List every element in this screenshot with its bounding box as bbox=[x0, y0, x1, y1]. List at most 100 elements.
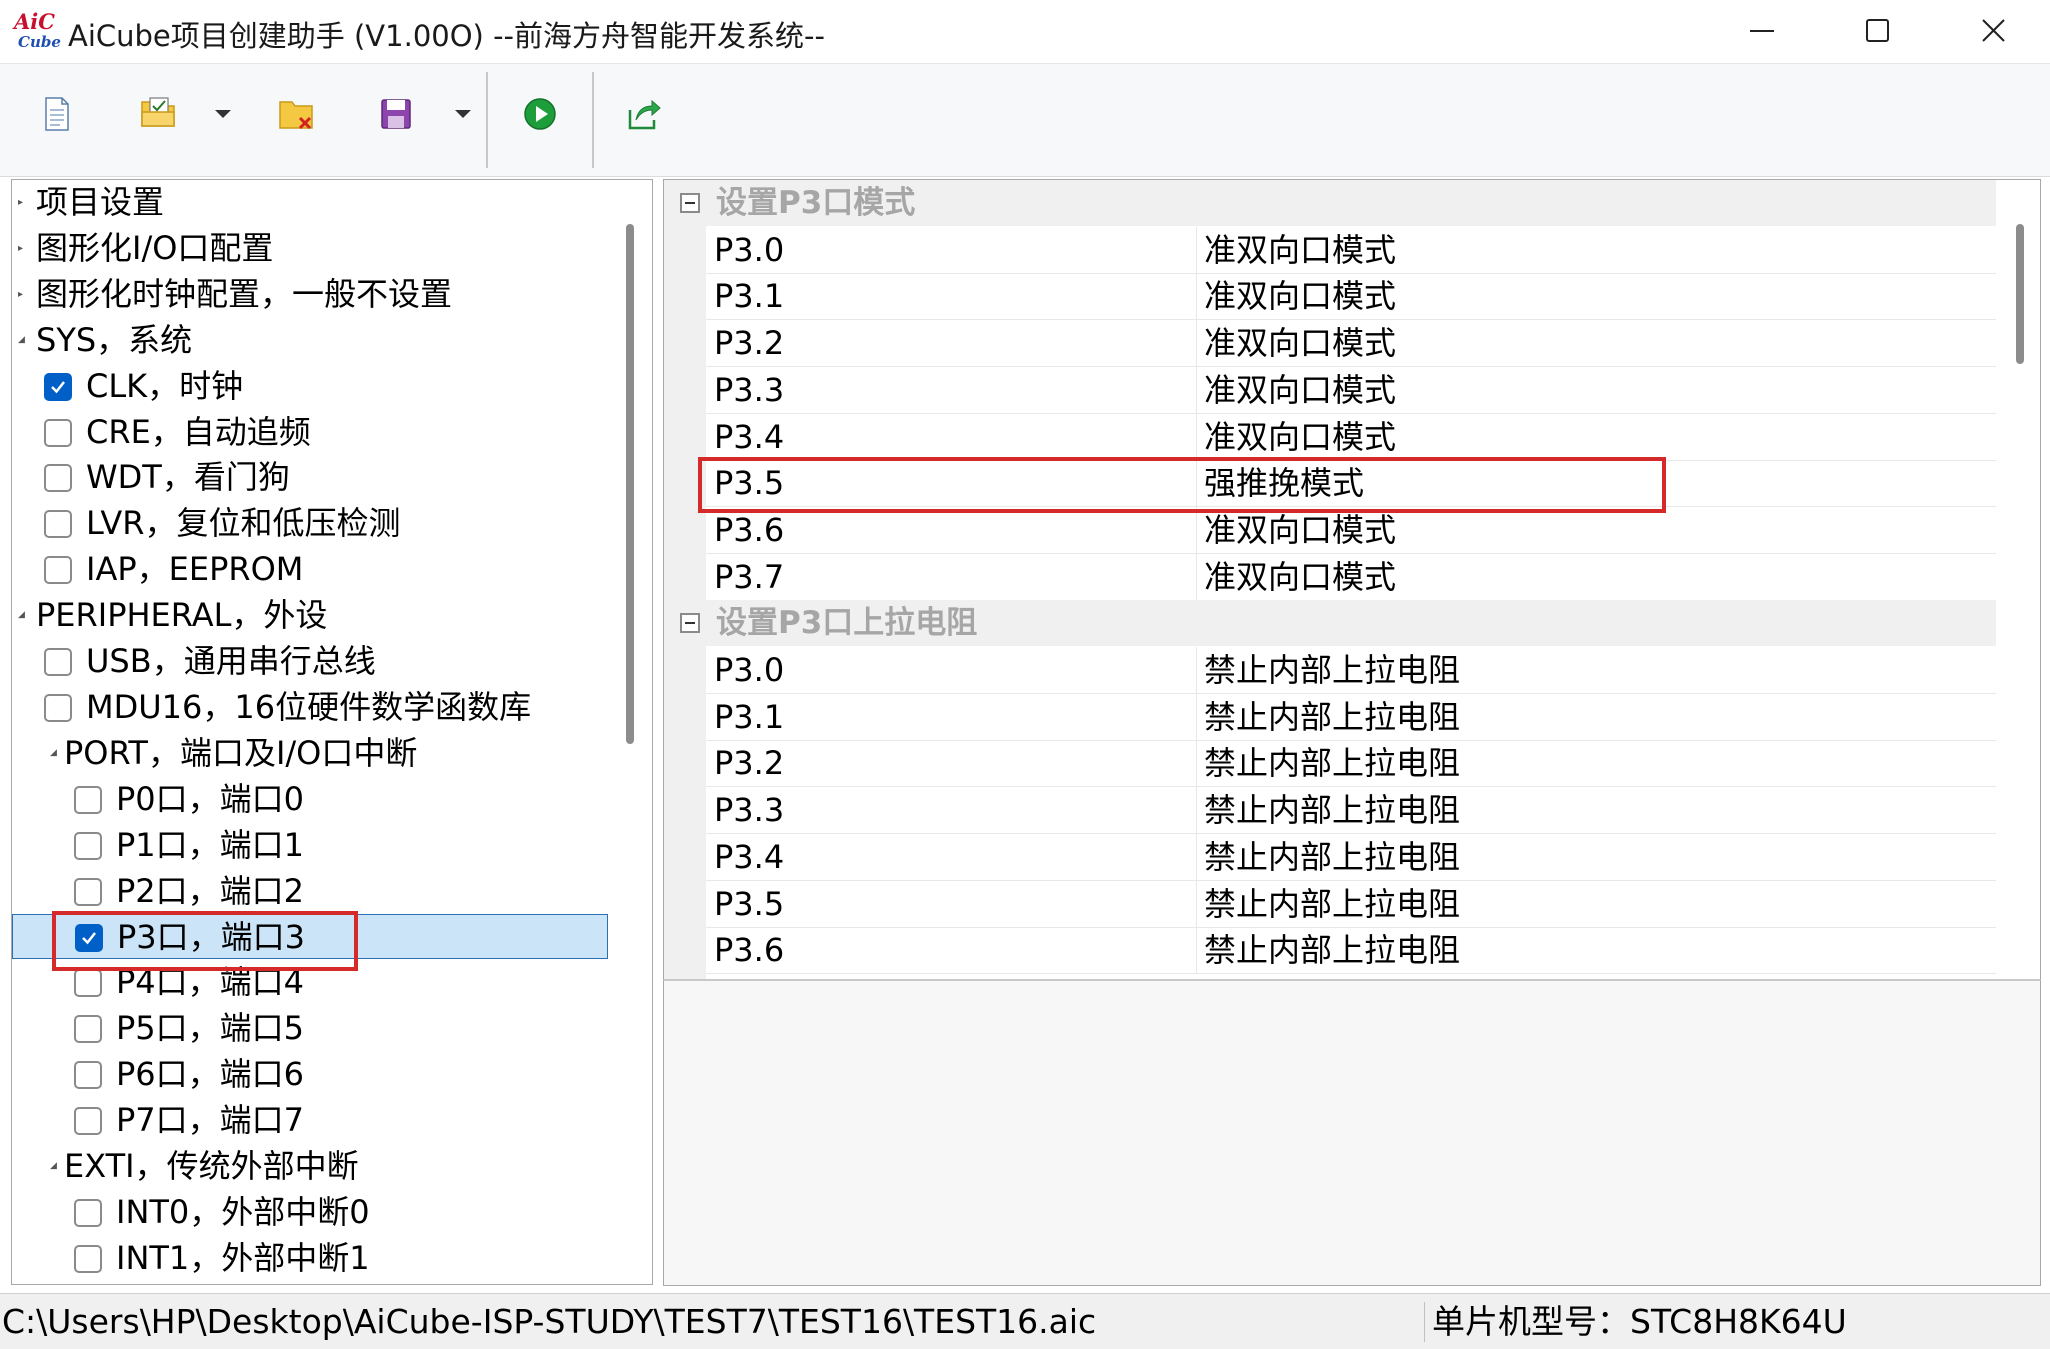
tree-scrollbar[interactable] bbox=[626, 224, 634, 744]
save-icon bbox=[381, 99, 411, 129]
property-value[interactable]: 准双向口模式 bbox=[1204, 273, 1396, 319]
column-divider bbox=[1196, 366, 1197, 413]
property-row[interactable]: P3.3 禁止内部上拉电阻 bbox=[706, 787, 1996, 835]
property-row[interactable]: P3.1 禁止内部上拉电阻 bbox=[706, 693, 1996, 741]
property-grid[interactable]: 设置P3口模式 P3.0 准双向口模式 P3.1 准双向口模式 P3.2 准双向口模式 P3.… bbox=[663, 179, 2041, 981]
tree-item[interactable]: P0口，端口0 bbox=[12, 777, 608, 822]
tree-item[interactable]: P1口，端口1 bbox=[12, 823, 608, 868]
tree-checkbox[interactable] bbox=[74, 969, 102, 998]
export-button[interactable] bbox=[618, 88, 670, 140]
tree-item[interactable]: P6口，端口6 bbox=[12, 1052, 608, 1097]
property-row[interactable]: P3.6 禁止内部上拉电阻 bbox=[706, 927, 1996, 975]
maximize-button[interactable] bbox=[1820, 0, 1936, 63]
property-row[interactable]: P3.1 准双向口模式 bbox=[706, 273, 1996, 321]
tree-checkbox[interactable] bbox=[44, 510, 72, 539]
expand-arrow-icon[interactable]: ◢ bbox=[18, 318, 32, 363]
tree-item[interactable]: MDU16，16位硬件数学函数库 bbox=[12, 685, 608, 730]
expand-arrow-icon[interactable]: ◢ bbox=[50, 1144, 64, 1189]
tree-item[interactable]: USB，通用串行总线 bbox=[12, 639, 608, 684]
tree-item[interactable]: INT1，外部中断1 bbox=[12, 1236, 608, 1281]
property-description-panel bbox=[663, 979, 2041, 1286]
property-value[interactable]: 禁止内部上拉电阻 bbox=[1204, 881, 1460, 927]
property-value[interactable]: 准双向口模式 bbox=[1204, 367, 1396, 413]
close-project-button[interactable] bbox=[270, 88, 322, 140]
tree-item-label: MDU16，16位硬件数学函数库 bbox=[86, 687, 532, 726]
tree-item[interactable]: CRE，自动追频 bbox=[12, 410, 608, 455]
property-value[interactable]: 准双向口模式 bbox=[1204, 414, 1396, 460]
property-row[interactable]: P3.6 准双向口模式 bbox=[706, 506, 1996, 554]
collapse-arrow-icon[interactable]: ▸ bbox=[18, 180, 32, 225]
column-divider bbox=[1196, 320, 1197, 367]
property-value[interactable]: 准双向口模式 bbox=[1204, 227, 1396, 273]
tree-checkbox[interactable] bbox=[44, 648, 72, 676]
open-project-button[interactable] bbox=[132, 88, 184, 140]
expand-arrow-icon[interactable]: ◢ bbox=[18, 593, 32, 638]
expand-arrow-icon[interactable]: ◢ bbox=[50, 731, 64, 776]
new-project-button[interactable] bbox=[30, 88, 82, 140]
tree-checkbox[interactable] bbox=[74, 1061, 102, 1090]
tree-item[interactable]: ▸ 项目设置 bbox=[12, 180, 608, 225]
run-button[interactable] bbox=[514, 88, 566, 140]
property-row[interactable]: P3.0 禁止内部上拉电阻 bbox=[706, 647, 1996, 694]
tree-checkbox[interactable] bbox=[44, 693, 72, 722]
tree-item[interactable]: ▸ 图形化I/O口配置 bbox=[12, 226, 608, 271]
tree-item-label: P6口，端口6 bbox=[116, 1055, 305, 1094]
tree-item[interactable]: P2口，端口2 bbox=[12, 869, 608, 914]
property-row[interactable]: P3.2 禁止内部上拉电阻 bbox=[706, 740, 1996, 788]
property-row[interactable]: P3.0 准双向口模式 bbox=[706, 226, 1996, 274]
tree-checkbox[interactable] bbox=[44, 372, 72, 401]
property-row[interactable]: P3.4 准双向口模式 bbox=[706, 413, 1996, 461]
collapse-arrow-icon[interactable]: ▸ bbox=[18, 272, 32, 317]
tree-checkbox[interactable] bbox=[44, 418, 72, 447]
property-value[interactable]: 禁止内部上拉电阻 bbox=[1204, 740, 1460, 786]
tree-item[interactable]: WDT，看门狗 bbox=[12, 455, 608, 500]
tree-item-label: P1口，端口1 bbox=[116, 825, 305, 864]
collapse-toggle-icon[interactable] bbox=[680, 613, 700, 634]
property-value[interactable]: 禁止内部上拉电阻 bbox=[1204, 647, 1460, 693]
feature-tree-panel[interactable]: ▸ 项目设置 ▸ 图形化I/O口配置 ▸ 图形化时钟配置，一般不设置 ◢ SYS，系统 CLK，… bbox=[11, 179, 653, 1285]
property-row[interactable]: P3.4 禁止内部上拉电阻 bbox=[706, 833, 1996, 881]
open-dropdown-button[interactable] bbox=[206, 88, 240, 140]
tree-checkbox[interactable] bbox=[74, 1244, 102, 1273]
tree-item[interactable]: CLK，时钟 bbox=[12, 364, 608, 409]
tree-item[interactable]: INT0，外部中断0 bbox=[12, 1190, 608, 1235]
property-value[interactable]: 准双向口模式 bbox=[1204, 554, 1396, 600]
property-value[interactable]: 禁止内部上拉电阻 bbox=[1204, 787, 1460, 833]
property-name: P3.0 bbox=[714, 651, 785, 689]
tree-item[interactable]: P7口，端口7 bbox=[12, 1098, 608, 1143]
property-value[interactable]: 准双向口模式 bbox=[1204, 320, 1396, 366]
property-grid-scrollbar[interactable] bbox=[2016, 224, 2024, 364]
tree-checkbox[interactable] bbox=[74, 1015, 102, 1044]
property-row[interactable]: P3.3 准双向口模式 bbox=[706, 366, 1996, 414]
tree-item[interactable]: LVR，复位和低压检测 bbox=[12, 501, 608, 546]
project-path: C:\Users\HP\Desktop\AiCube-ISP-STUDY\TES… bbox=[2, 1302, 1097, 1341]
tree-item[interactable]: P5口，端口5 bbox=[12, 1006, 608, 1051]
property-value[interactable]: 准双向口模式 bbox=[1204, 507, 1396, 553]
tree-checkbox[interactable] bbox=[44, 464, 72, 493]
save-dropdown-button[interactable] bbox=[446, 88, 480, 140]
property-name: P3.1 bbox=[714, 697, 785, 736]
property-row[interactable]: P3.7 准双向口模式 bbox=[706, 553, 1996, 601]
tree-item[interactable]: ◢ EXTI，传统外部中断 bbox=[12, 1144, 608, 1189]
tree-checkbox[interactable] bbox=[74, 785, 102, 814]
tree-checkbox[interactable] bbox=[74, 877, 102, 906]
collapse-arrow-icon[interactable]: ▸ bbox=[18, 226, 32, 271]
tree-checkbox[interactable] bbox=[44, 556, 72, 585]
save-button[interactable] bbox=[370, 88, 422, 140]
property-value[interactable]: 禁止内部上拉电阻 bbox=[1204, 694, 1460, 740]
tree-item[interactable]: ▸ 图形化时钟配置，一般不设置 bbox=[12, 272, 608, 317]
collapse-toggle-icon[interactable] bbox=[680, 193, 700, 213]
tree-item[interactable]: ◢ SYS，系统 bbox=[12, 318, 608, 363]
tree-item[interactable]: ◢ PERIPHERAL，外设 bbox=[12, 593, 608, 638]
minimize-button[interactable] bbox=[1704, 0, 1820, 63]
close-button[interactable] bbox=[1936, 0, 2050, 63]
tree-checkbox[interactable] bbox=[74, 1198, 102, 1227]
tree-item[interactable]: IAP，EEPROM bbox=[12, 547, 608, 592]
property-row[interactable]: P3.2 准双向口模式 bbox=[706, 320, 1996, 368]
property-value[interactable]: 禁止内部上拉电阻 bbox=[1204, 927, 1460, 973]
tree-checkbox[interactable] bbox=[74, 1107, 102, 1135]
tree-item[interactable]: ◢ PORT，端口及I/O口中断 bbox=[12, 731, 608, 776]
tree-checkbox[interactable] bbox=[74, 831, 102, 860]
property-value[interactable]: 禁止内部上拉电阻 bbox=[1204, 834, 1460, 880]
property-row[interactable]: P3.5 禁止内部上拉电阻 bbox=[706, 880, 1996, 928]
